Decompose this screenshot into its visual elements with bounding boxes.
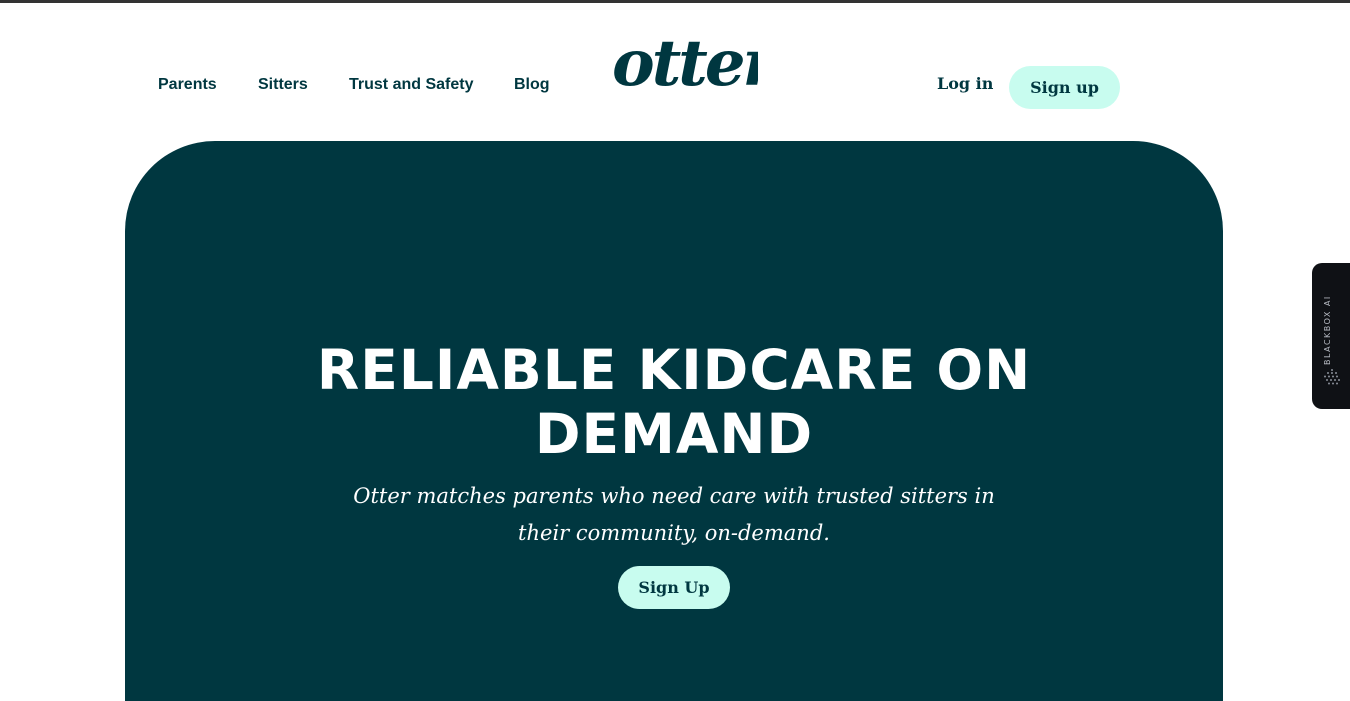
otter-logo[interactable]: otter xyxy=(608,15,758,105)
nav-link-sitters[interactable]: Sitters xyxy=(258,76,308,94)
hero-title-line-1: Reliable Kidcare on xyxy=(316,338,1032,402)
hero-signup-button[interactable]: Sign Up xyxy=(618,566,730,609)
otter-logo-icon: otter xyxy=(612,26,758,101)
hero-signup-label: Sign Up xyxy=(638,578,710,597)
signup-button-label: Sign up xyxy=(1030,78,1099,97)
logo-text: otter xyxy=(612,26,758,101)
nav-link-parents[interactable]: Parents xyxy=(158,76,217,94)
site-header: Parents Sitters Trust and Safety Blog ot… xyxy=(0,3,1350,141)
hero-section: Reliable Kidcare on Demand Otter matches… xyxy=(125,141,1223,701)
nav-link-trust-and-safety[interactable]: Trust and Safety xyxy=(349,76,473,94)
hero-subtitle: Otter matches parents who need care with… xyxy=(353,484,995,545)
hero-title-line-2: Demand xyxy=(534,402,814,466)
nav-link-blog[interactable]: Blog xyxy=(514,76,550,94)
blackbox-ai-label: BLACKBOX AI xyxy=(1323,295,1332,365)
login-link[interactable]: Log in xyxy=(937,74,993,93)
blackbox-ai-widget[interactable]: BLACKBOX AI xyxy=(1312,263,1350,409)
signup-button[interactable]: Sign up xyxy=(1009,66,1120,109)
blackbox-dots-icon xyxy=(1322,367,1342,392)
hero-title: Reliable Kidcare on Demand xyxy=(125,338,1223,466)
